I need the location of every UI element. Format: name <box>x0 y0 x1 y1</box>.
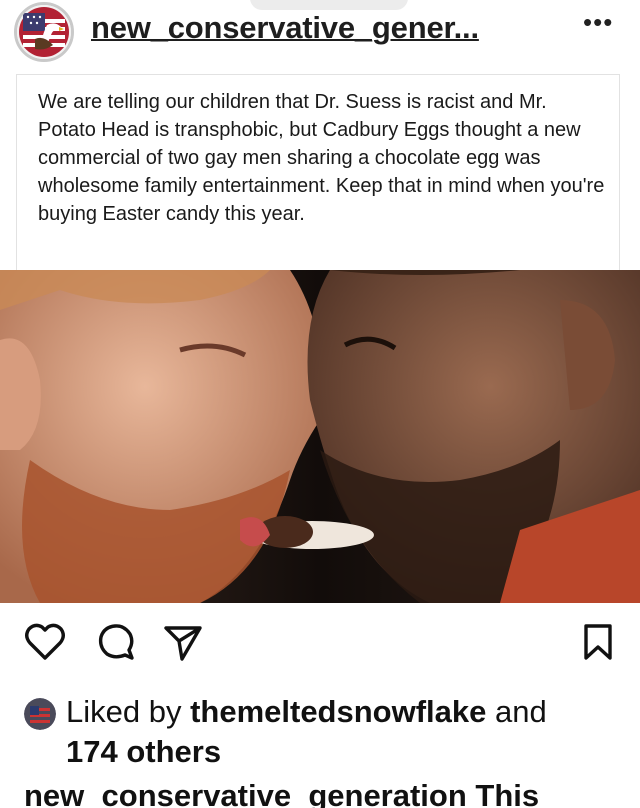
post-header: new_conservative_gener... ••• <box>0 0 640 66</box>
caption-card: We are telling our children that Dr. Sue… <box>16 74 620 272</box>
liked-by-prefix: Liked by <box>66 694 191 729</box>
liked-by-and: and <box>486 694 547 729</box>
like-heart-icon[interactable] <box>24 622 66 662</box>
liker-flag-avatar-icon <box>24 698 56 730</box>
action-bar <box>0 608 640 678</box>
post-image[interactable] <box>0 270 640 603</box>
more-options-icon[interactable]: ••• <box>583 9 617 35</box>
caption-footer-cut: new_conservative_generation This <box>24 778 540 808</box>
post-photo <box>0 270 640 603</box>
liked-by-text: Liked by themeltedsnowflake and 174 othe… <box>66 692 626 772</box>
liked-others-link[interactable]: 174 others <box>66 734 221 769</box>
avatar[interactable] <box>14 2 74 62</box>
liked-by-user-link[interactable]: themeltedsnowflake <box>190 694 486 729</box>
share-send-icon[interactable] <box>162 622 204 662</box>
liker-avatar[interactable] <box>24 698 56 730</box>
username-link[interactable]: new_conservative_gener... <box>91 10 479 46</box>
save-bookmark-icon[interactable] <box>582 622 614 662</box>
caption-text: We are telling our children that Dr. Sue… <box>38 91 605 225</box>
comment-icon[interactable] <box>96 622 136 662</box>
eagle-flag-logo-icon <box>17 5 71 59</box>
